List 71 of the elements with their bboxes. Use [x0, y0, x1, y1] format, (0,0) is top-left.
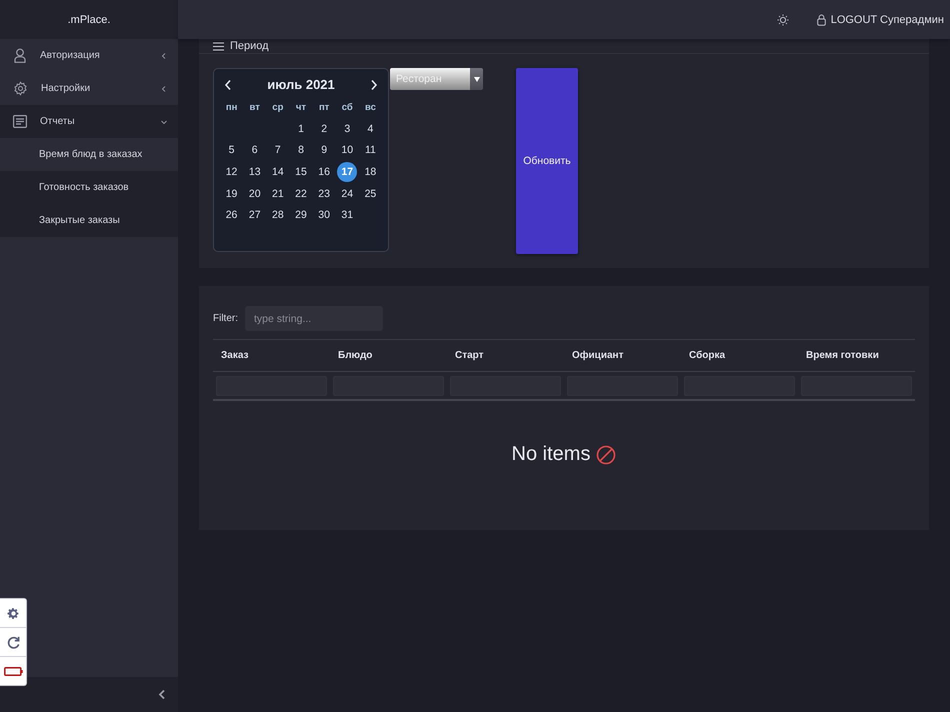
calendar-day[interactable]: 6 [244, 140, 265, 160]
calendar-day[interactable]: 27 [244, 205, 265, 226]
menu-icon [213, 42, 224, 50]
column-header[interactable]: Сборка [681, 340, 798, 372]
calendar-day[interactable]: 10 [337, 140, 358, 160]
weekday-label: вс [364, 101, 377, 115]
calendar-day[interactable]: 14 [268, 162, 288, 182]
calendar-day[interactable]: 20 [244, 184, 265, 204]
calendar-day[interactable]: 9 [314, 140, 334, 160]
calendar-day[interactable]: 2 [314, 118, 334, 139]
calendar-day[interactable]: 1 [290, 118, 311, 139]
battery-icon[interactable] [4, 666, 22, 676]
chevron-left-icon [160, 84, 168, 92]
weekday-label: пт [318, 101, 330, 115]
column-header[interactable]: Заказ [213, 340, 330, 372]
calendar-day[interactable]: 11 [360, 140, 380, 160]
chevron-down-icon [160, 118, 168, 126]
column-header[interactable]: Официант [564, 340, 681, 372]
calendar-day[interactable]: 28 [268, 205, 288, 226]
calendar-day[interactable]: 13 [244, 162, 265, 182]
empty-message: No items [512, 443, 590, 466]
calendar-day[interactable]: 26 [222, 205, 242, 226]
next-month-icon[interactable] [370, 78, 378, 90]
card-title: Период [230, 40, 269, 52]
previous-month-icon[interactable] [224, 78, 232, 90]
calendar-day[interactable]: 12 [222, 162, 242, 182]
collapse-icon[interactable] [158, 689, 166, 700]
weekday-label: пн [224, 101, 238, 115]
calendar-day[interactable]: 16 [314, 162, 334, 182]
calendar-month: июль 2021 [267, 77, 335, 92]
filter-field[interactable]: type string... [245, 306, 383, 331]
weekday-label: вт [248, 101, 261, 115]
refresh-icon[interactable] [6, 636, 20, 648]
weekday-label: чт [294, 101, 308, 115]
gear-icon [13, 81, 28, 96]
calendar-day[interactable]: 21 [268, 184, 288, 204]
calendar-day[interactable]: 23 [314, 184, 334, 204]
calendar-day[interactable]: 18 [360, 162, 380, 182]
dropdown-arrow-icon [474, 76, 480, 82]
calendar-day[interactable]: 4 [360, 118, 380, 139]
calendar-day[interactable]: 3 [337, 118, 358, 139]
calendar-day[interactable]: 30 [314, 205, 334, 226]
calendar-day[interactable]: 25 [360, 184, 380, 204]
calendar-day[interactable]: 7 [268, 140, 288, 160]
gear-icon[interactable] [6, 606, 20, 620]
weekday-label: сб [340, 101, 354, 115]
column-header[interactable]: Старт [447, 340, 564, 372]
column-header[interactable]: Время готовки [798, 340, 915, 372]
chevron-left-icon [160, 52, 168, 60]
sidebar-subitem[interactable]: Готовность заказов [0, 171, 178, 204]
calendar-day[interactable]: 22 [290, 184, 311, 204]
calendar-day[interactable]: 31 [337, 205, 358, 226]
logout-link[interactable]: LOGOUT Суперадмин [816, 14, 944, 26]
user-icon [13, 48, 27, 63]
filter-label: Filter: [213, 313, 238, 324]
document-icon [13, 115, 27, 128]
sidebar-item[interactable]: Отчеты [0, 105, 178, 138]
column-header[interactable]: Блюдо [330, 340, 447, 372]
calendar-day[interactable]: 8 [290, 140, 311, 160]
calendar-day[interactable]: 24 [337, 184, 358, 204]
logo: .mPlace. [0, 0, 178, 39]
prohibited-icon [596, 444, 616, 464]
calendar-day[interactable]: 15 [290, 162, 311, 182]
weekday-label: ср [271, 101, 284, 115]
refresh-button[interactable]: Обновить [516, 68, 578, 254]
lock-icon [816, 14, 826, 26]
calendar-day[interactable]: 5 [222, 140, 242, 160]
sun-icon[interactable] [776, 14, 789, 26]
calendar-day[interactable]: 29 [290, 205, 311, 226]
sidebar-subitem[interactable]: Закрытые заказы [0, 204, 178, 237]
calendar-day[interactable]: 19 [222, 184, 242, 204]
